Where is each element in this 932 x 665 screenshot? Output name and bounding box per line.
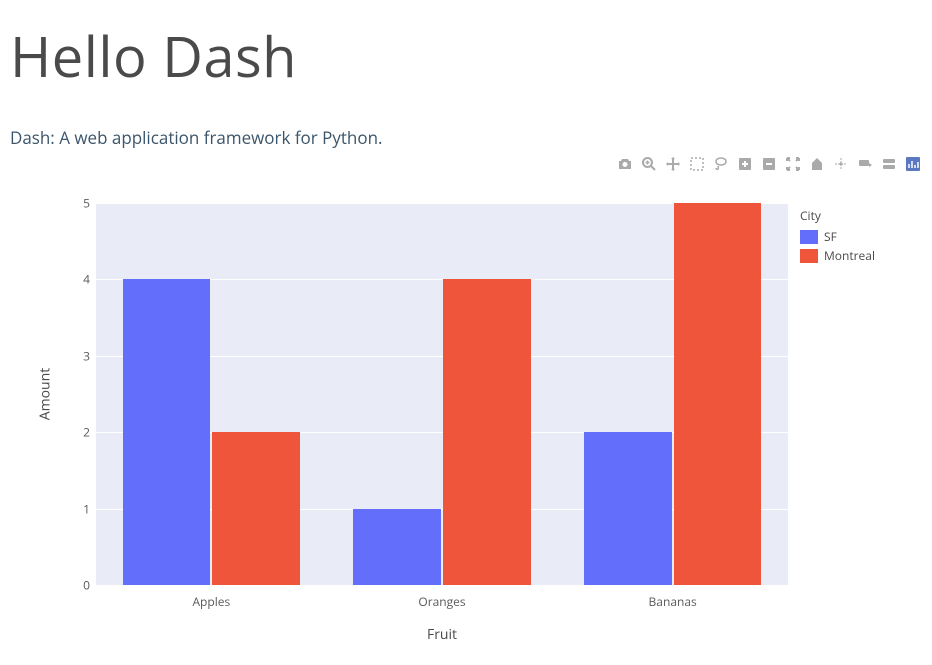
autoscale-icon[interactable] xyxy=(784,155,802,173)
legend-label: SF xyxy=(824,228,837,245)
gridline xyxy=(96,585,788,586)
pan-icon[interactable] xyxy=(664,155,682,173)
zoom-out-icon[interactable] xyxy=(760,155,778,173)
chart-toolbar xyxy=(0,149,932,173)
y-tick-label: 1 xyxy=(60,500,90,517)
y-tick-label: 5 xyxy=(60,195,90,212)
plotly-logo-icon[interactable] xyxy=(904,155,922,173)
y-axis-label: Amount xyxy=(36,368,55,420)
legend-item-sf[interactable]: SF xyxy=(800,228,875,245)
legend-swatch xyxy=(800,249,818,263)
y-tick-label: 0 xyxy=(60,577,90,594)
x-axis-label: Fruit xyxy=(427,625,457,644)
camera-icon[interactable] xyxy=(616,155,634,173)
zoom-in-icon[interactable] xyxy=(736,155,754,173)
bar-montreal-bananas[interactable] xyxy=(674,203,762,585)
x-tick-label: Bananas xyxy=(649,593,697,610)
reset-axes-icon[interactable] xyxy=(808,155,826,173)
x-tick-label: Oranges xyxy=(418,593,465,610)
bar-sf-apples[interactable] xyxy=(123,279,211,585)
page-title: Hello Dash xyxy=(0,0,932,94)
y-tick-label: 2 xyxy=(60,424,90,441)
subtitle-text: Dash: A web application framework for Py… xyxy=(0,94,932,149)
hover-closest-icon[interactable] xyxy=(856,155,874,173)
spike-lines-icon[interactable] xyxy=(832,155,850,173)
plot-area[interactable] xyxy=(96,203,788,585)
select-box-icon[interactable] xyxy=(688,155,706,173)
chart-container: 0 1 2 3 4 5 Apples Oranges Bananas Amount Fruit… xyxy=(0,195,932,665)
legend-swatch xyxy=(800,230,818,244)
legend-item-montreal[interactable]: Montreal xyxy=(800,247,875,264)
legend-label: Montreal xyxy=(824,247,875,264)
lasso-icon[interactable] xyxy=(712,155,730,173)
y-tick-label: 3 xyxy=(60,347,90,364)
legend-title: City xyxy=(800,207,875,224)
y-tick-label: 4 xyxy=(60,271,90,288)
bar-montreal-apples[interactable] xyxy=(212,432,300,585)
hover-compare-icon[interactable] xyxy=(880,155,898,173)
zoom-icon[interactable] xyxy=(640,155,658,173)
x-tick-label: Apples xyxy=(192,593,230,610)
bar-sf-bananas[interactable] xyxy=(584,432,672,585)
bar-sf-oranges[interactable] xyxy=(353,509,441,585)
chart-legend: City SF Montreal xyxy=(800,207,875,266)
bar-montreal-oranges[interactable] xyxy=(443,279,531,585)
